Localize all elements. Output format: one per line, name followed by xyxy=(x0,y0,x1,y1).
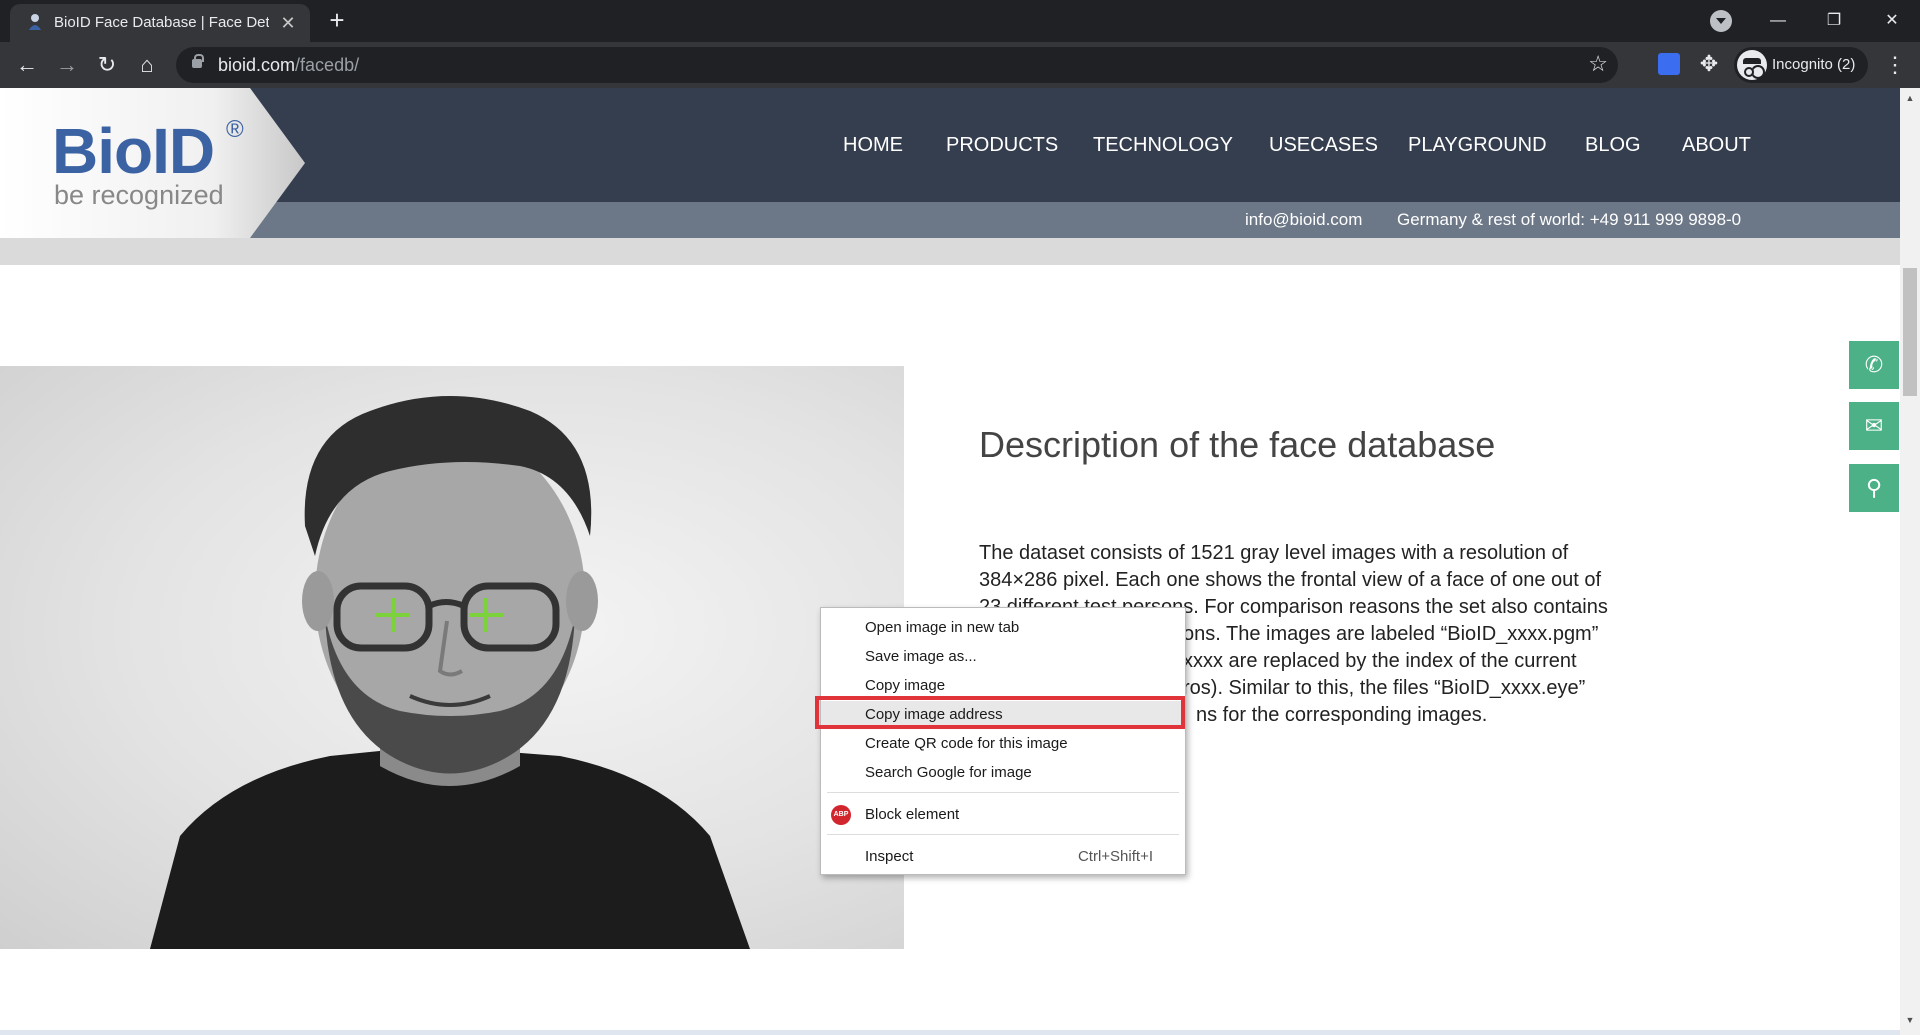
tab-close-icon[interactable]: ✕ xyxy=(278,13,298,33)
description-line: 384×286 pixel. Each one shows the fronta… xyxy=(979,569,1602,591)
logo-registered-mark: ® xyxy=(226,116,244,143)
menu-block-element[interactable]: ABP Block element xyxy=(821,801,1185,829)
minimize-icon[interactable]: — xyxy=(1758,6,1798,36)
address-bar[interactable]: bioid.com/facedb/ ☆ xyxy=(176,47,1618,83)
highlight-box xyxy=(815,696,1185,729)
browser-menu-icon[interactable]: ⋮ xyxy=(1884,50,1906,80)
contact-email-link[interactable]: info@bioid.com xyxy=(1245,210,1362,230)
menu-separator xyxy=(827,792,1179,793)
menu-create-qr-code[interactable]: Create QR code for this image xyxy=(821,730,1185,758)
bookmark-star-icon[interactable]: ☆ xyxy=(1588,51,1608,77)
description-line: xxxx are replaced by the index of the cu… xyxy=(1183,650,1577,672)
window-close-icon[interactable]: ✕ xyxy=(1872,6,1912,36)
new-tab-icon[interactable]: + xyxy=(324,7,350,34)
scrollbar-track[interactable] xyxy=(1900,88,1920,1035)
menu-inspect[interactable]: Inspect Ctrl+Shift+I xyxy=(821,843,1185,871)
header-divider xyxy=(0,238,1900,265)
scroll-down-arrow-icon[interactable]: ▼ xyxy=(1903,1014,1917,1026)
tab-search-icon[interactable] xyxy=(1710,10,1732,32)
contact-phone[interactable]: Germany & rest of world: +49 911 999 989… xyxy=(1397,210,1741,230)
face-image[interactable] xyxy=(0,366,904,949)
browser-toolbar: ← → ↻ ⌂ bioid.com/facedb/ ☆ ✥ Incognito … xyxy=(0,42,1920,88)
home-icon[interactable]: ⌂ xyxy=(132,50,162,80)
nav-home[interactable]: HOME xyxy=(843,134,903,157)
incognito-icon xyxy=(1737,50,1767,80)
forward-icon[interactable]: → xyxy=(52,50,82,80)
page-bottom-strip xyxy=(0,1030,1900,1035)
site-logo[interactable]: BioID ® be recognized xyxy=(0,88,305,238)
call-button[interactable]: ✆ xyxy=(1849,341,1899,389)
nav-about[interactable]: ABOUT xyxy=(1682,134,1751,157)
location-icon: ⚲ xyxy=(1865,475,1883,500)
nav-products[interactable]: PRODUCTS xyxy=(946,134,1058,157)
nav-playground[interactable]: PLAYGROUND xyxy=(1408,134,1547,157)
menu-save-image-as[interactable]: Save image as... xyxy=(821,643,1185,671)
phone-icon: ✆ xyxy=(1864,352,1884,377)
context-menu: Open image in new tab Save image as... C… xyxy=(820,607,1186,875)
bioid-favicon-icon xyxy=(29,14,41,30)
menu-search-google-image[interactable]: Search Google for image xyxy=(821,759,1185,787)
scrollbar-thumb[interactable] xyxy=(1903,268,1917,396)
logo-tagline: be recognized xyxy=(54,180,224,210)
logo-wordmark: BioID xyxy=(52,115,215,187)
tab-title: BioID Face Database | Face Detec xyxy=(54,14,269,31)
extension-icon[interactable] xyxy=(1658,53,1680,75)
nav-blog[interactable]: BLOG xyxy=(1585,134,1641,157)
restore-icon[interactable]: ❐ xyxy=(1814,6,1854,36)
description-line: ros). Similar to this, the files “BioID_… xyxy=(1183,677,1586,699)
description-line: The dataset consists of 1521 gray level … xyxy=(979,542,1569,564)
inspect-shortcut: Ctrl+Shift+I xyxy=(1077,848,1153,865)
description-line: ns for the corresponding images. xyxy=(1196,704,1488,726)
menu-separator xyxy=(827,834,1179,835)
face-illustration xyxy=(150,396,750,949)
extensions-puzzle-icon[interactable]: ✥ xyxy=(1696,51,1722,77)
mail-icon: ✉ xyxy=(1864,413,1884,438)
nav-usecases[interactable]: USECASES xyxy=(1269,134,1378,157)
incognito-profile-button[interactable]: Incognito (2) xyxy=(1734,47,1868,83)
incognito-label: Incognito (2) xyxy=(1772,56,1856,73)
section-heading: Description of the face database xyxy=(979,424,1496,465)
description-line: ons. The images are labeled “BioID_xxxx.… xyxy=(1183,623,1599,645)
scroll-up-arrow-icon[interactable]: ▲ xyxy=(1903,92,1917,104)
browser-tab-strip: BioID Face Database | Face Detec ✕ + — ❐… xyxy=(0,0,1920,42)
nav-technology[interactable]: TECHNOLOGY xyxy=(1093,134,1233,157)
url-text: bioid.com/facedb/ xyxy=(218,55,360,75)
reload-icon[interactable]: ↻ xyxy=(92,50,122,80)
email-button[interactable]: ✉ xyxy=(1849,402,1899,450)
back-icon[interactable]: ← xyxy=(12,50,42,80)
location-button[interactable]: ⚲ xyxy=(1849,464,1899,512)
browser-tab[interactable]: BioID Face Database | Face Detec ✕ xyxy=(10,4,310,42)
adblock-plus-icon: ABP xyxy=(831,805,851,825)
lock-icon xyxy=(192,54,204,68)
menu-open-image-new-tab[interactable]: Open image in new tab xyxy=(821,614,1185,642)
